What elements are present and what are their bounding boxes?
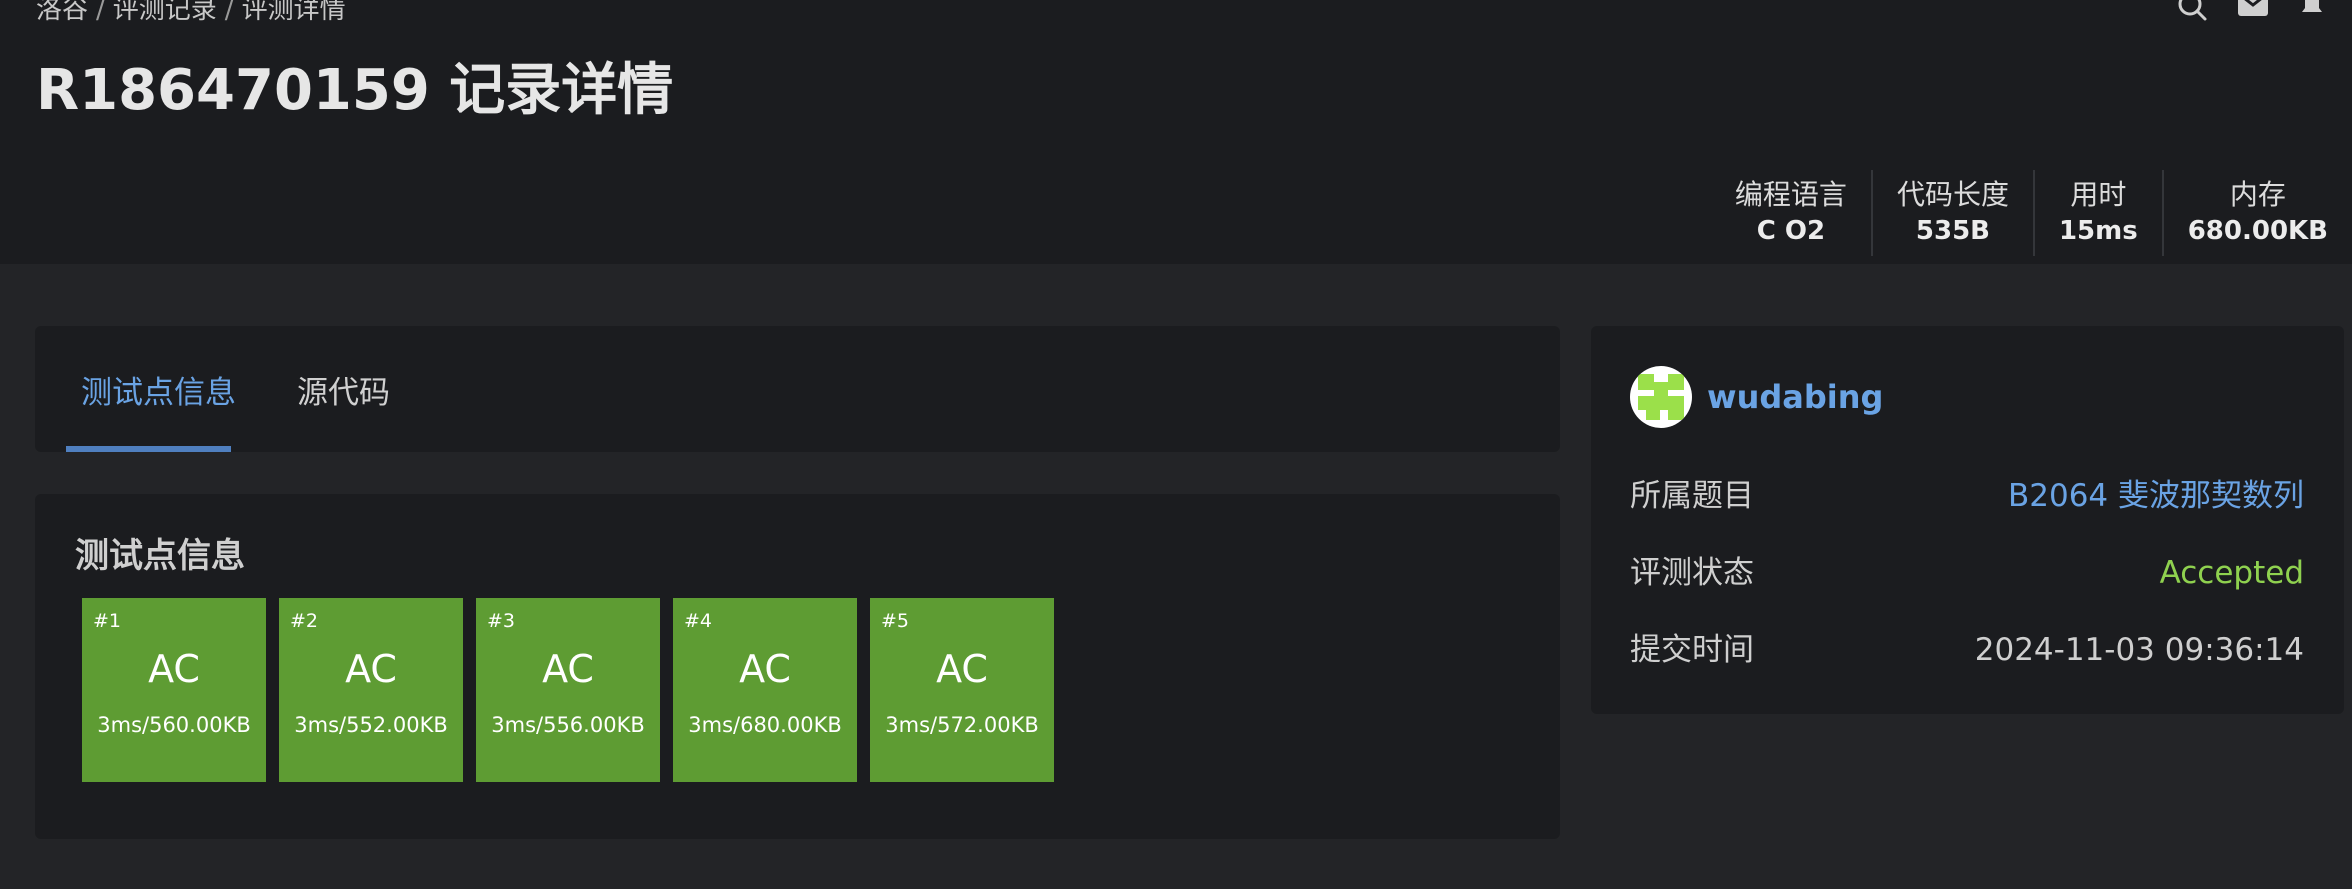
test-case-number: #4	[684, 610, 713, 632]
breadcrumb-separator: /	[224, 0, 234, 25]
test-case-number: #3	[487, 610, 516, 632]
stat-time: 用时 15ms	[2032, 170, 2162, 256]
breadcrumb-current: 评测详情	[241, 0, 346, 25]
test-case-info: 3ms/560.00KB	[97, 713, 251, 737]
test-case[interactable]: #3 AC 3ms/556.00KB	[476, 598, 660, 782]
test-case-status: AC	[936, 647, 988, 691]
submit-time-value: 2024-11-03 09:36:14	[1974, 632, 2304, 668]
stat-label: 内存	[2229, 178, 2286, 211]
breadcrumb-home[interactable]: 洛谷	[36, 0, 88, 25]
stat-label: 代码长度	[1896, 178, 2009, 211]
bell-icon[interactable]	[2297, 0, 2327, 20]
page-title: R186470159 记录详情	[36, 58, 674, 123]
test-case-status: AC	[148, 647, 200, 691]
test-case-number: #1	[93, 610, 122, 632]
tab-test-cases[interactable]: 测试点信息	[81, 326, 236, 452]
mail-icon[interactable]	[2236, 0, 2270, 18]
stat-label: 编程语言	[1734, 178, 1847, 211]
test-case[interactable]: #5 AC 3ms/572.00KB	[870, 598, 1054, 782]
problem-link[interactable]: B2064 斐波那契数列	[2008, 474, 2304, 518]
status-value: Accepted	[2159, 555, 2304, 591]
breadcrumb: 洛谷 / 评测记录 / 评测详情	[36, 0, 346, 26]
info-label: 提交时间	[1630, 632, 1754, 668]
stat-code-length: 代码长度 535B	[1870, 170, 2033, 256]
info-row-submit-time: 提交时间 2024-11-03 09:36:14	[1630, 628, 2304, 672]
test-cases-card: 测试点信息 #1 AC 3ms/560.00KB #2 AC 3ms/552.0…	[35, 494, 1560, 839]
stat-memory: 内存 680.00KB	[2161, 170, 2352, 256]
test-case[interactable]: #1 AC 3ms/560.00KB	[82, 598, 266, 782]
record-stats: 编程语言 C O2 代码长度 535B 用时 15ms 内存 680.00KB	[1711, 170, 2352, 256]
stat-value: 15ms	[2058, 216, 2138, 246]
tab-source-code[interactable]: 源代码	[297, 326, 390, 452]
stat-value: 680.00KB	[2187, 216, 2328, 246]
record-info-card: wudabing 所属题目 B2064 斐波那契数列 评测状态 Accepted…	[1591, 326, 2344, 714]
test-case-number: #2	[290, 610, 319, 632]
avatar[interactable]	[1630, 366, 1692, 428]
test-case-info: 3ms/552.00KB	[294, 713, 448, 737]
test-case-info: 3ms/572.00KB	[885, 713, 1039, 737]
tabs-card: 测试点信息 源代码	[35, 326, 1560, 452]
test-case-info: 3ms/556.00KB	[491, 713, 645, 737]
stat-value: C O2	[1756, 216, 1826, 246]
test-case-status: AC	[542, 647, 594, 691]
test-case-info: 3ms/680.00KB	[688, 713, 842, 737]
test-case-status: AC	[345, 647, 397, 691]
section-title: 测试点信息	[75, 536, 245, 576]
username-link[interactable]: wudabing	[1707, 376, 1883, 418]
test-case[interactable]: #4 AC 3ms/680.00KB	[673, 598, 857, 782]
breadcrumb-separator: /	[96, 0, 105, 25]
info-label: 评测状态	[1630, 555, 1754, 591]
search-icon[interactable]	[2176, 0, 2210, 22]
breadcrumb-records[interactable]: 评测记录	[113, 0, 217, 25]
info-row-status: 评测状态 Accepted	[1630, 551, 2304, 595]
info-row-problem: 所属题目 B2064 斐波那契数列	[1630, 474, 2304, 518]
stat-label: 用时	[2070, 178, 2127, 211]
stat-value: 535B	[1915, 216, 1990, 246]
page-header: 洛谷 / 评测记录 / 评测详情 R186470159 记录详情 编程语言 C O2 代…	[0, 0, 2352, 264]
test-case-number: #5	[881, 610, 910, 632]
header-toolbar	[2152, 0, 2352, 22]
stat-language: 编程语言 C O2	[1711, 170, 1871, 256]
test-case[interactable]: #2 AC 3ms/552.00KB	[279, 598, 463, 782]
active-tab-indicator	[66, 446, 231, 452]
info-label: 所属题目	[1630, 478, 1754, 514]
test-case-status: AC	[739, 647, 791, 691]
